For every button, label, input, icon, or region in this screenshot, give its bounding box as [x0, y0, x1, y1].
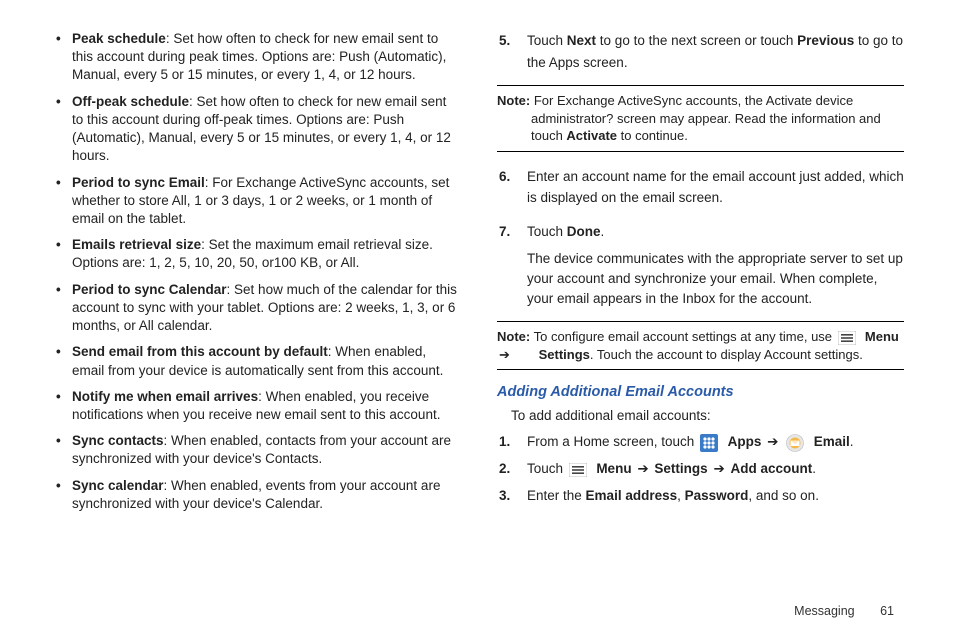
email-address-label: Email address	[586, 488, 678, 503]
bullet-off-peak-schedule: Off-peak schedule: Set how often to chec…	[72, 93, 457, 166]
step-number: 5.	[499, 30, 510, 52]
term: Off-peak schedule	[72, 94, 189, 109]
add-account-steps: 1. From a Home screen, touch Apps ➔ Emai…	[497, 433, 904, 506]
next-label: Next	[567, 33, 596, 48]
step-note: The device communicates with the appropr…	[527, 249, 904, 310]
bullet-sync-calendar: Sync calendar: When enabled, events from…	[72, 477, 457, 513]
add-step-2: 2. Touch Menu ➔ Settings ➔ Add account.	[527, 460, 904, 479]
page-footer: Messaging 61	[794, 604, 894, 618]
done-label: Done	[567, 224, 601, 239]
email-icon	[786, 434, 804, 452]
step-body: Touch Menu ➔ Settings ➔ Add account.	[527, 460, 904, 479]
term: Notify me when email arrives	[72, 389, 258, 404]
arrow-icon: ➔	[635, 460, 650, 479]
activate-label: Activate	[566, 128, 617, 143]
step-body: Touch Next to go to the next screen or t…	[527, 30, 904, 73]
settings-label: Settings	[654, 461, 707, 476]
term: Period to sync Calendar	[72, 282, 227, 297]
arrow-icon: ➔	[711, 460, 726, 479]
previous-label: Previous	[797, 33, 854, 48]
sync-options-list: Peak schedule: Set how often to check fo…	[50, 30, 457, 513]
step-number: 1.	[499, 433, 510, 452]
apps-icon	[700, 434, 718, 452]
bullet-emails-retrieval-size: Emails retrieval size: Set the maximum e…	[72, 236, 457, 272]
term: Period to sync Email	[72, 175, 205, 190]
note-body-post: to continue.	[617, 128, 688, 143]
bullet-peak-schedule: Peak schedule: Set how often to check fo…	[72, 30, 457, 85]
menu-icon	[569, 463, 587, 477]
steps-continued: 5. Touch Next to go to the next screen o…	[497, 30, 904, 73]
step-6: 6. Enter an account name for the email a…	[527, 166, 904, 209]
right-column: 5. Touch Next to go to the next screen o…	[497, 30, 904, 590]
step-7: 7. Touch Done. The device communicates w…	[527, 221, 904, 309]
arrow-icon: ➔	[765, 433, 780, 452]
term: Emails retrieval size	[72, 237, 201, 252]
note-label: Note:	[497, 329, 530, 344]
note-pre: To configure email account settings at a…	[530, 329, 835, 344]
note-activesync: Note: For Exchange ActiveSync accounts, …	[497, 85, 904, 152]
step-body: Touch Done.	[527, 221, 904, 243]
left-column: Peak schedule: Set how often to check fo…	[50, 30, 457, 590]
menu-label: Menu	[865, 329, 899, 344]
step-number: 2.	[499, 460, 510, 479]
settings-label: Settings	[539, 347, 590, 362]
bullet-period-sync-calendar: Period to sync Calendar: Set how much of…	[72, 281, 457, 336]
step-number: 6.	[499, 166, 510, 188]
password-label: Password	[685, 488, 749, 503]
menu-icon	[838, 331, 856, 345]
steps-continued-2: 6. Enter an account name for the email a…	[497, 166, 904, 310]
footer-page-number: 61	[880, 604, 894, 618]
bullet-sync-contacts: Sync contacts: When enabled, contacts fr…	[72, 432, 457, 468]
note-configure-settings: Note: To configure email account setting…	[497, 321, 904, 370]
step-number: 3.	[499, 487, 510, 506]
add-step-1: 1. From a Home screen, touch Apps ➔ Emai…	[527, 433, 904, 452]
step-number: 7.	[499, 221, 510, 243]
footer-section: Messaging	[794, 604, 854, 618]
bullet-period-sync-email: Period to sync Email: For Exchange Activ…	[72, 174, 457, 229]
add-account-label: Add account	[731, 461, 813, 476]
note-label: Note:	[497, 93, 530, 108]
term: Sync contacts	[72, 433, 164, 448]
step-body: From a Home screen, touch Apps ➔ Email.	[527, 433, 904, 452]
apps-label: Apps	[728, 434, 762, 449]
email-label: Email	[814, 434, 850, 449]
menu-label: Menu	[596, 461, 631, 476]
term: Peak schedule	[72, 31, 166, 46]
step-body: Enter an account name for the email acco…	[527, 166, 904, 209]
term: Sync calendar	[72, 478, 164, 493]
bullet-notify-email-arrives: Notify me when email arrives: When enabl…	[72, 388, 457, 424]
arrow-icon: ➔	[531, 346, 535, 364]
intro-text: To add additional email accounts:	[497, 408, 904, 423]
note-post: . Touch the account to display Account s…	[590, 347, 863, 362]
term: Send email from this account by default	[72, 344, 328, 359]
add-step-3: 3. Enter the Email address, Password, an…	[527, 487, 904, 506]
step-5: 5. Touch Next to go to the next screen o…	[527, 30, 904, 73]
bullet-send-email-default: Send email from this account by default:…	[72, 343, 457, 379]
step-body: Enter the Email address, Password, and s…	[527, 487, 904, 506]
subheading-adding-accounts: Adding Additional Email Accounts	[497, 384, 904, 400]
